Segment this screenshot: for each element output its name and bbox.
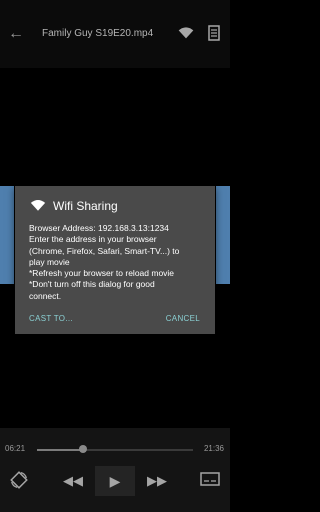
- list-icon[interactable]: [208, 25, 220, 41]
- rewind-icon[interactable]: ◀◀: [62, 473, 84, 489]
- video-title: Family Guy S19E20.mp4: [42, 28, 154, 39]
- video-frame-edge: [216, 186, 230, 284]
- dialog-line: Enter the address in your browser: [29, 234, 157, 245]
- dialog-line: *Refresh your browser to reload movie: [29, 268, 175, 279]
- wifi-sharing-dialog: Wifi Sharing Browser Address: 192.168.3.…: [15, 186, 215, 334]
- fast-forward-icon[interactable]: ▶▶: [146, 473, 168, 489]
- wifi-icon: [30, 199, 46, 211]
- seek-progress: [37, 449, 83, 451]
- dialog-line: *Don't turn off this dialog for good: [29, 279, 155, 290]
- dialog-title: Wifi Sharing: [53, 199, 118, 213]
- total-time: 21:36: [203, 444, 224, 453]
- current-time: 06:21: [5, 444, 26, 453]
- dialog-line: (Chrome, Firefox, Safari, Smart-TV...) t…: [29, 245, 180, 256]
- dialog-line: connect.: [29, 290, 62, 301]
- arrow-left-icon[interactable]: ←: [6, 24, 26, 44]
- dialog-line: Browser Address: 192.168.3.13:1234: [29, 223, 169, 233]
- rotate-icon[interactable]: [8, 469, 30, 491]
- subtitle-icon[interactable]: [200, 471, 220, 489]
- seek-bar[interactable]: [37, 445, 193, 453]
- dialog-line: play movie: [29, 256, 70, 267]
- seek-handle[interactable]: [78, 445, 87, 453]
- video-frame-edge: [0, 186, 14, 284]
- cast-to-button[interactable]: CAST TO...: [29, 314, 73, 323]
- top-bar: ← Family Guy S19E20.mp4: [0, 0, 230, 68]
- dialog-message: Browser Address: 192.168.3.13:1234 Enter…: [29, 223, 209, 302]
- player-controls: 06:21 21:36 ◀◀ ▶ ▶▶: [0, 428, 230, 512]
- wifi-icon[interactable]: [178, 26, 194, 40]
- play-icon[interactable]: ▶: [95, 466, 135, 496]
- cancel-button[interactable]: CANCEL: [166, 314, 200, 323]
